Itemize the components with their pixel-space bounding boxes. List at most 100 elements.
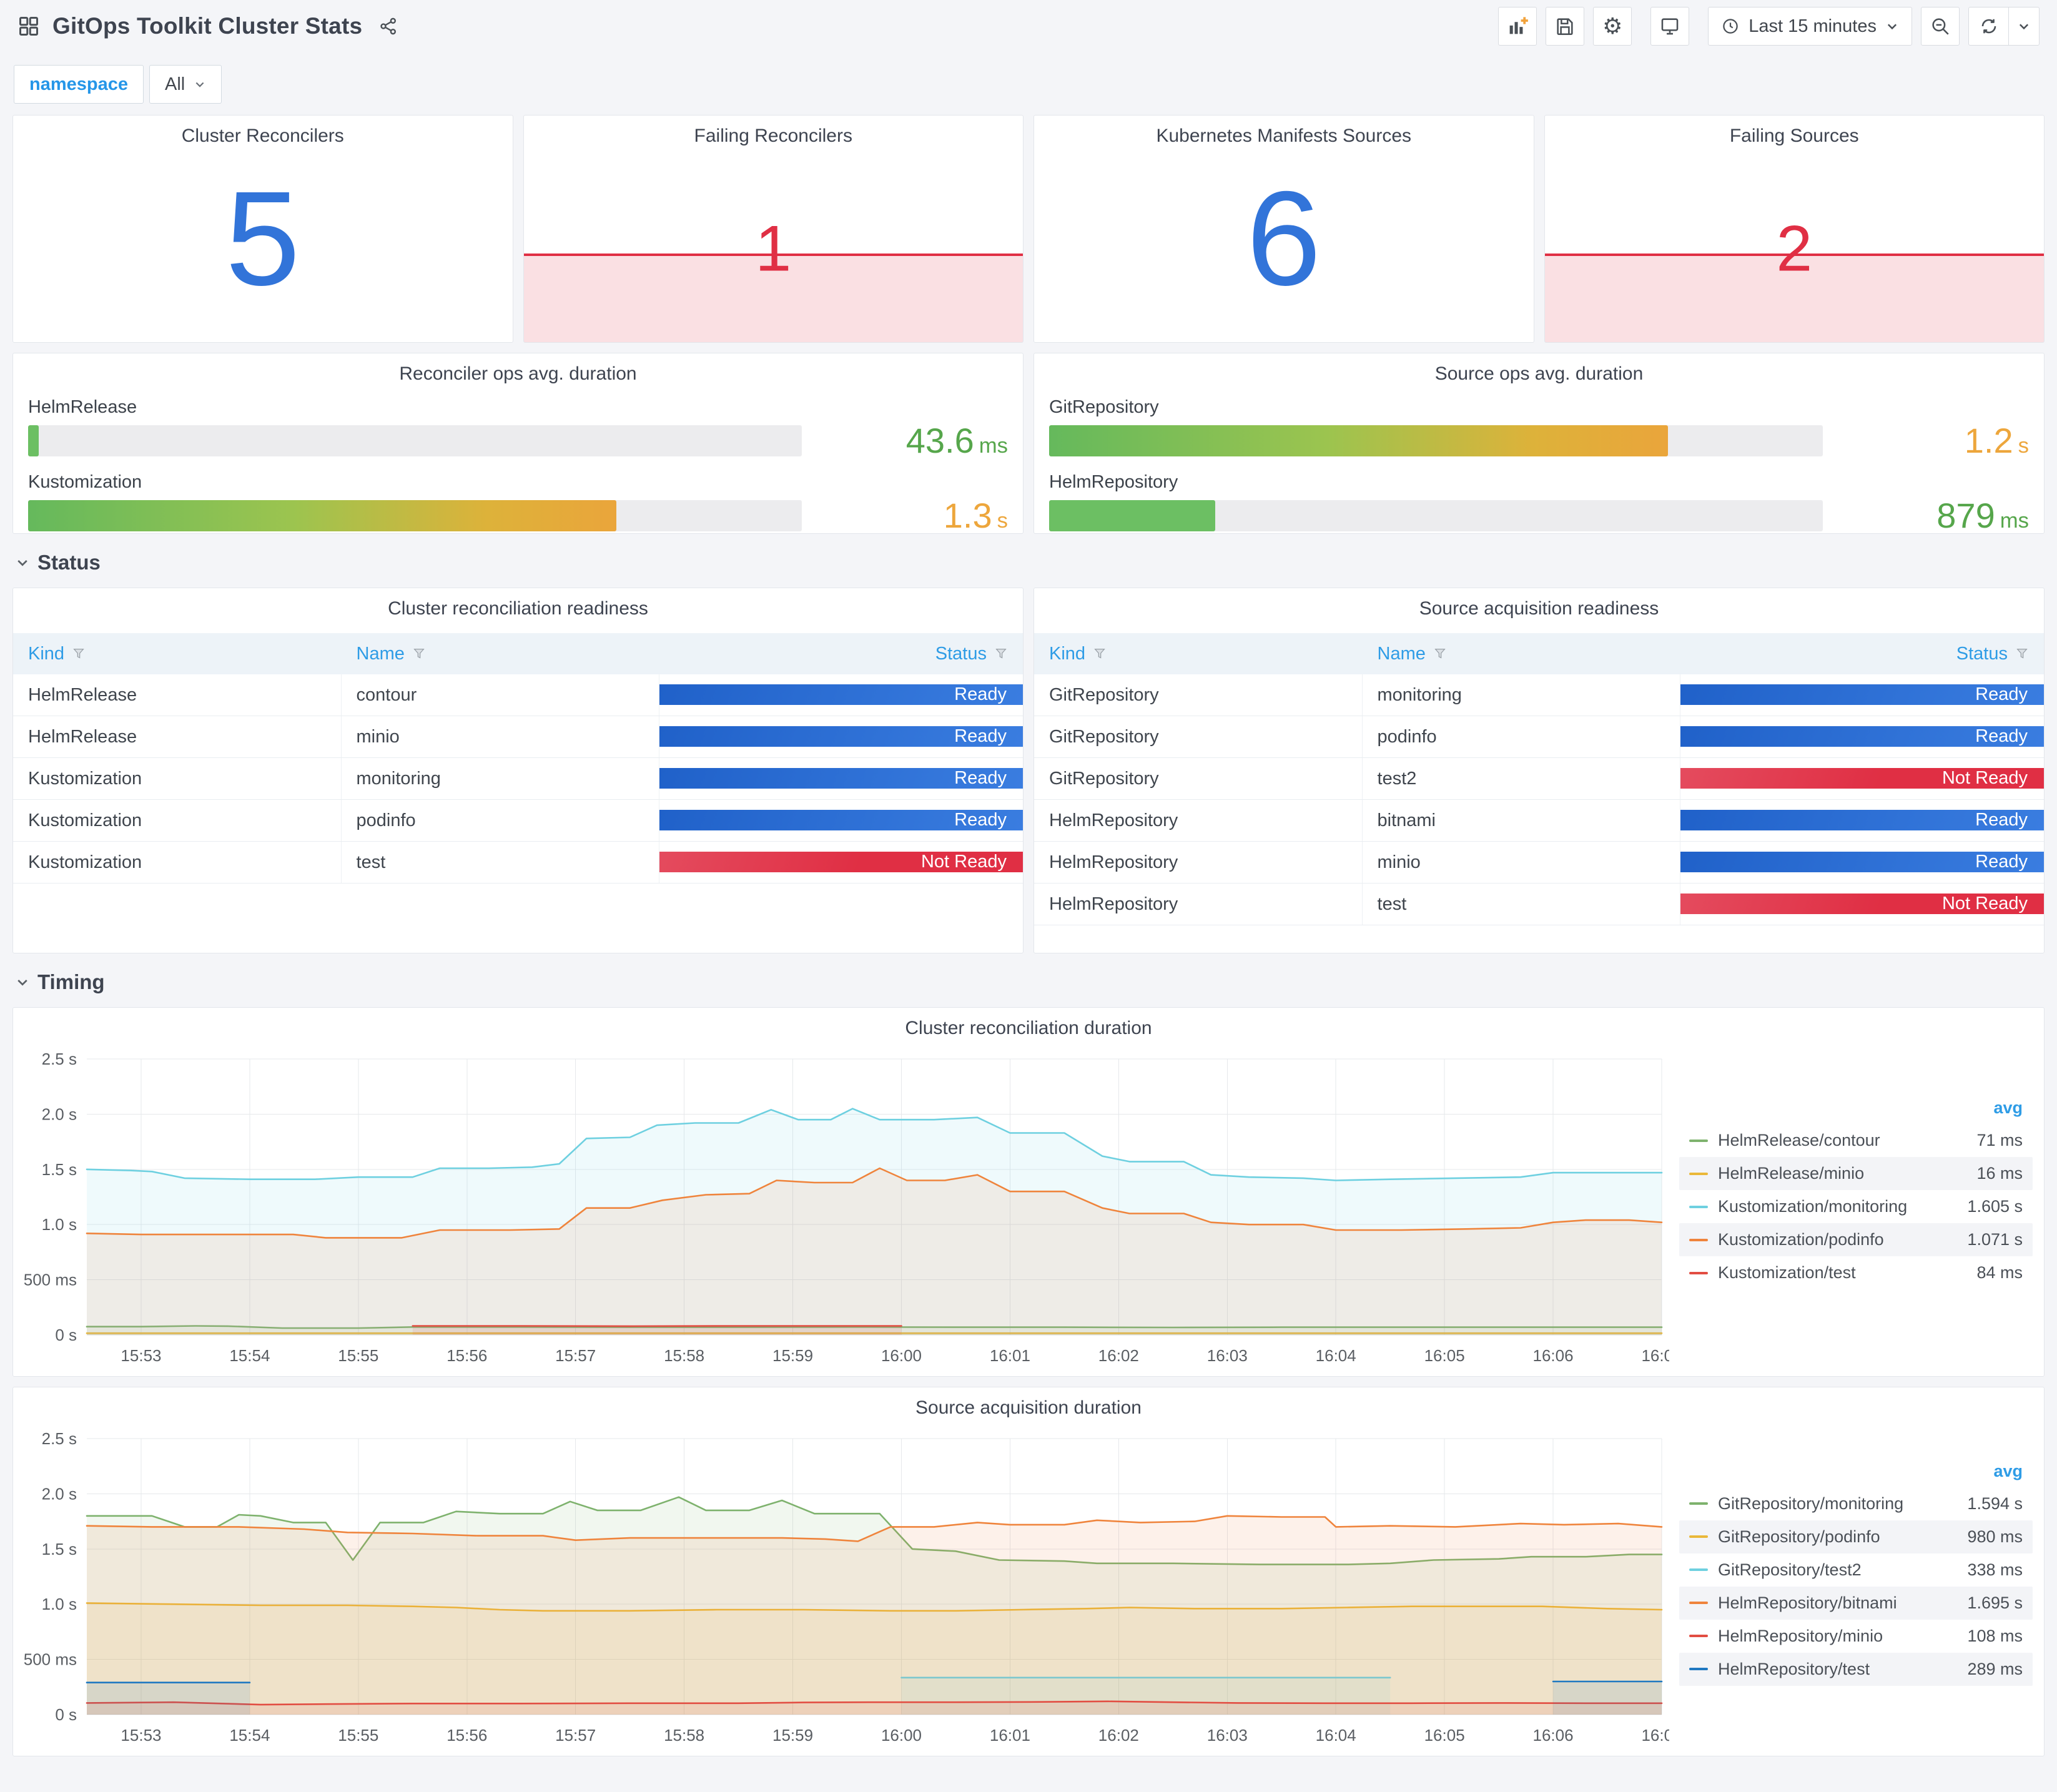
column-header-status[interactable]: Status — [659, 633, 1023, 674]
section-status[interactable]: Status — [15, 548, 2045, 578]
table-row: GitRepository podinfo Ready — [1034, 716, 2044, 758]
legend-item[interactable]: HelmRepository/bitnami 1.695 s — [1679, 1586, 2033, 1620]
panel-title[interactable]: Source acquisition readiness — [1034, 588, 2044, 619]
column-header-kind[interactable]: Kind — [13, 633, 342, 674]
series-fill — [87, 1682, 250, 1715]
table-row: HelmRelease contour Ready — [13, 674, 1023, 716]
cell-name: test — [1363, 884, 1680, 925]
time-range-picker[interactable]: Last 15 minutes — [1708, 7, 1912, 46]
refresh-control — [1968, 7, 2040, 46]
chevron-down-icon — [1885, 19, 1899, 33]
legend-series-name: HelmRelease/minio — [1718, 1164, 1865, 1183]
panel-title[interactable]: Failing Sources — [1545, 116, 2045, 147]
filter-icon[interactable] — [1093, 647, 1107, 661]
svg-text:16:02: 16:02 — [1098, 1726, 1139, 1745]
variable-namespace-label[interactable]: namespace — [14, 65, 144, 104]
legend-item[interactable]: HelmRelease/minio 16 ms — [1679, 1157, 2033, 1190]
status-badge: Ready — [659, 768, 1023, 789]
filter-icon[interactable] — [1433, 647, 1447, 661]
legend-series-avg: 1.594 s — [1967, 1494, 2023, 1513]
chart-plot-area[interactable]: 0 s 500 ms 1.0 s 1.5 s 2.0 s 2.5 s 15:53 15:54 1… — [22, 1046, 1669, 1372]
cell-status: Ready — [1680, 674, 2044, 716]
refresh-button[interactable] — [1969, 7, 2009, 45]
table-row: Kustomization podinfo Ready — [13, 800, 1023, 842]
panel-title[interactable]: Cluster reconciliation duration — [13, 1008, 2044, 1039]
panel-title[interactable]: Source ops avg. duration — [1034, 353, 2044, 385]
cell-name: minio — [342, 716, 659, 757]
cell-kind: GitRepository — [1034, 758, 1363, 799]
panel-title[interactable]: Failing Reconcilers — [524, 116, 1024, 147]
cell-status: Ready — [659, 800, 1023, 841]
legend-item[interactable]: GitRepository/podinfo 980 ms — [1679, 1520, 2033, 1553]
svg-text:15:54: 15:54 — [229, 1726, 270, 1745]
panel-title[interactable]: Kubernetes Manifests Sources — [1034, 116, 1534, 147]
status-badge: Not Ready — [1680, 894, 2044, 914]
chevron-down-icon — [15, 975, 30, 990]
cell-kind: HelmRelease — [13, 716, 342, 757]
variable-namespace-value[interactable]: All — [149, 65, 222, 104]
legend-item[interactable]: Kustomization/monitoring 1.605 s — [1679, 1190, 2033, 1223]
panel-title[interactable]: Reconciler ops avg. duration — [13, 353, 1023, 385]
cell-status: Ready — [659, 674, 1023, 716]
cell-name: monitoring — [342, 758, 659, 799]
legend-item[interactable]: Kustomization/podinfo 1.071 s — [1679, 1223, 2033, 1256]
svg-text:15:55: 15:55 — [338, 1346, 378, 1365]
add-panel-button[interactable] — [1498, 7, 1537, 46]
column-header-name[interactable]: Name — [1363, 633, 1680, 674]
filter-icon[interactable] — [2015, 647, 2029, 661]
readiness-table: Kind Name Status HelmRelease contour Ready Hel… — [13, 633, 1023, 884]
section-status-label: Status — [37, 551, 101, 574]
panel-failing-sources: Failing Sources 2 — [1544, 115, 2045, 343]
bar-gauge-track — [28, 425, 802, 456]
bar-gauge-fill — [1049, 500, 1216, 531]
svg-text:500 ms: 500 ms — [24, 1271, 77, 1289]
filter-icon[interactable] — [994, 647, 1008, 661]
legend-item[interactable]: Kustomization/test 84 ms — [1679, 1256, 2033, 1289]
panel-title[interactable]: Source acquisition duration — [13, 1387, 2044, 1419]
cell-name: bitnami — [1363, 800, 1680, 841]
table-row: Kustomization test Not Ready — [13, 842, 1023, 884]
share-icon[interactable] — [378, 16, 398, 36]
legend-item[interactable]: HelmRepository/test 289 ms — [1679, 1652, 2033, 1686]
panel-title[interactable]: Cluster reconciliation readiness — [13, 588, 1023, 619]
filter-icon[interactable] — [412, 647, 426, 661]
legend-item[interactable]: GitRepository/test2 338 ms — [1679, 1553, 2033, 1587]
legend-item[interactable]: HelmRepository/minio 108 ms — [1679, 1620, 2033, 1653]
legend-series-marker — [1689, 1635, 1708, 1637]
table-header-row: Kind Name Status — [13, 633, 1023, 674]
legend-series-avg: 1.071 s — [1967, 1230, 2023, 1249]
dashboard-title[interactable]: GitOps Toolkit Cluster Stats — [52, 13, 362, 39]
stat-value: 2 — [1776, 212, 1813, 285]
cycle-view-mode-button[interactable] — [1650, 7, 1690, 46]
panel-title[interactable]: Cluster Reconcilers — [13, 116, 513, 147]
svg-text:1.5 s: 1.5 s — [42, 1160, 77, 1179]
svg-text:15:53: 15:53 — [121, 1726, 161, 1745]
chart-plot-area[interactable]: 0 s 500 ms 1.0 s 1.5 s 2.0 s 2.5 s 15:53 15:54 1… — [22, 1426, 1669, 1752]
chart-canvas[interactable]: 0 s 500 ms 1.0 s 1.5 s 2.0 s 2.5 s 15:53 15:54 1… — [22, 1046, 1669, 1372]
svg-text:16:02: 16:02 — [1098, 1346, 1139, 1365]
cell-name: minio — [1363, 842, 1680, 883]
zoom-out-button[interactable] — [1921, 7, 1960, 46]
section-timing[interactable]: Timing — [15, 967, 2045, 997]
svg-text:15:58: 15:58 — [664, 1346, 704, 1365]
column-header-name[interactable]: Name — [342, 633, 659, 674]
chart-canvas[interactable]: 0 s 500 ms 1.0 s 1.5 s 2.0 s 2.5 s 15:53 15:54 1… — [22, 1426, 1669, 1752]
filter-icon[interactable] — [72, 647, 86, 661]
dashboard-settings-button[interactable]: ⚙ — [1593, 7, 1632, 46]
refresh-interval-dropdown[interactable] — [2009, 7, 2039, 45]
save-dashboard-button[interactable] — [1546, 7, 1585, 46]
column-header-status[interactable]: Status — [1680, 633, 2044, 674]
legend-avg-header[interactable]: avg — [1679, 1095, 2033, 1124]
bar-gauge-row: Kustomization 1.3 s — [28, 472, 1008, 533]
bar-gauge-row: GitRepository 1.2 s — [1049, 397, 2029, 458]
legend-item[interactable]: HelmRelease/contour 71 ms — [1679, 1124, 2033, 1157]
bar-gauge-track — [28, 500, 802, 531]
cell-name: monitoring — [1363, 674, 1680, 716]
svg-text:16:04: 16:04 — [1316, 1726, 1356, 1745]
dashboard-grid-icon[interactable] — [17, 15, 40, 37]
legend-item[interactable]: GitRepository/monitoring 1.594 s — [1679, 1487, 2033, 1520]
legend-avg-header[interactable]: avg — [1679, 1458, 2033, 1487]
cell-kind: HelmRelease — [13, 674, 342, 716]
bar-gauge-track — [1049, 425, 1823, 456]
column-header-kind[interactable]: Kind — [1034, 633, 1363, 674]
